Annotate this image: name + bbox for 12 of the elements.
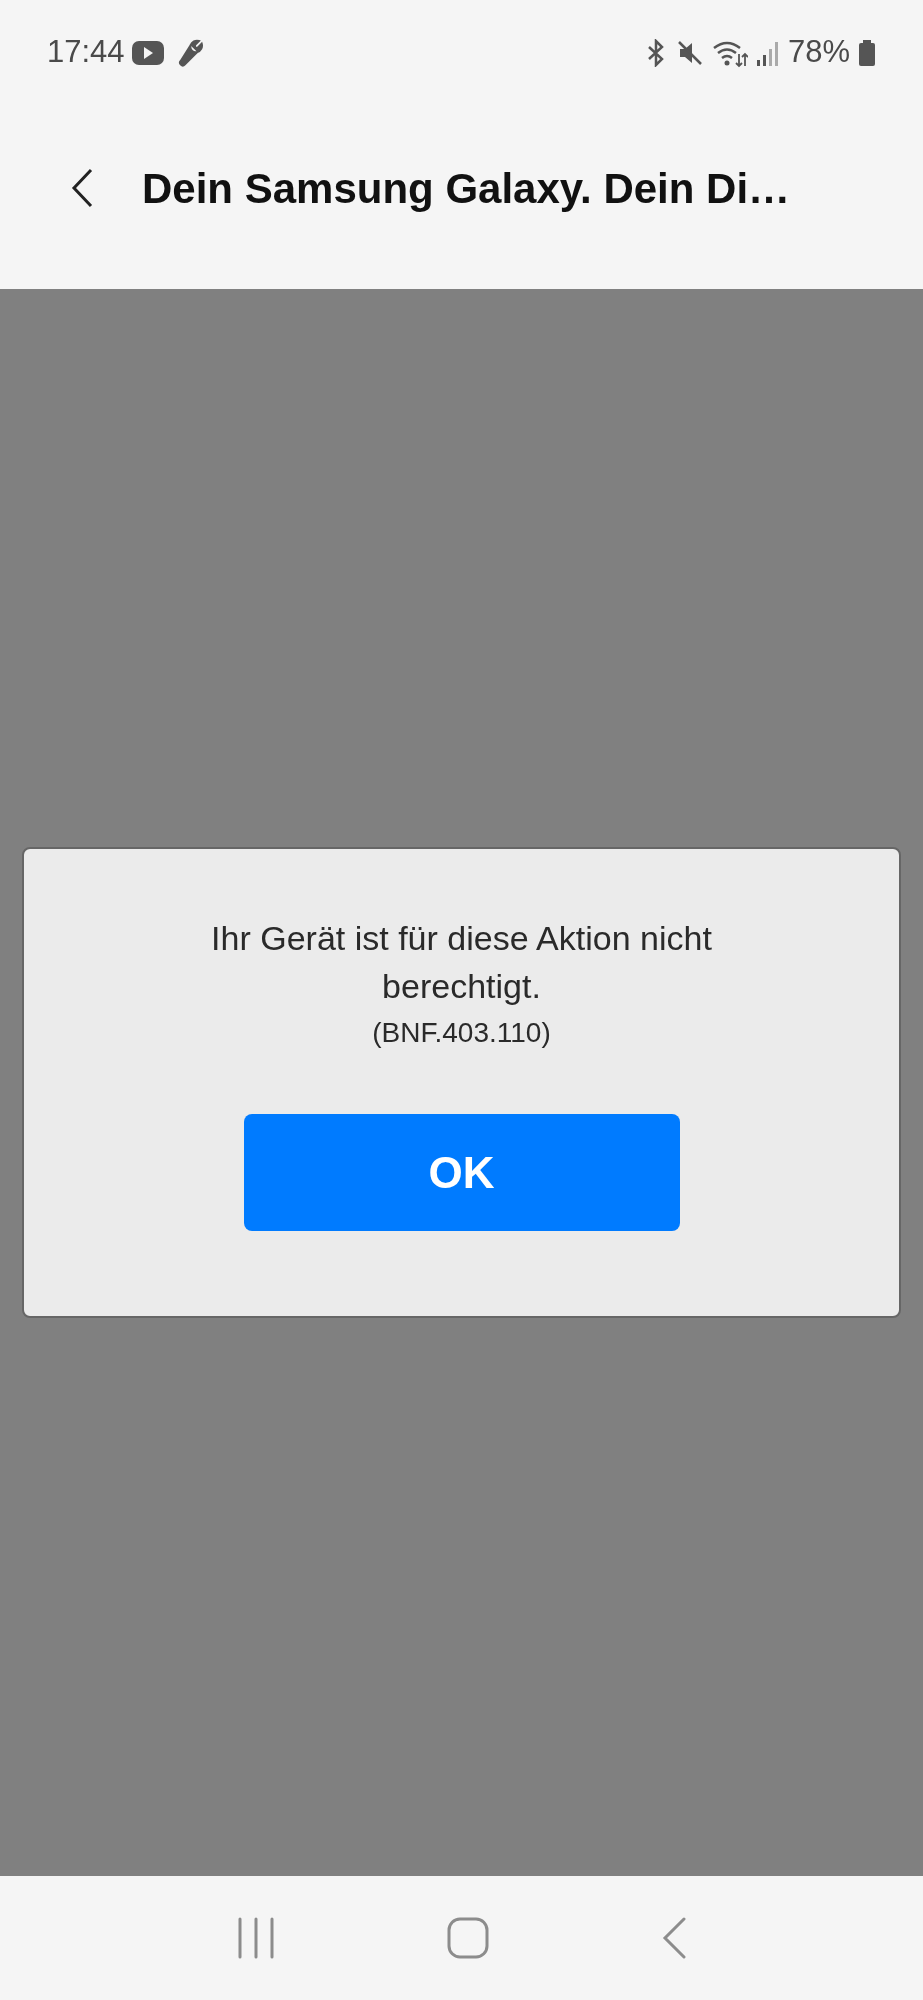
muted-speaker-icon [675, 38, 704, 67]
page-title: Dein Samsung Galaxy. Dein Di… [142, 163, 791, 214]
dialog-message: Ihr Gerät ist für diese Aktion nicht berechtigt. [210, 918, 713, 1007]
battery-icon [858, 38, 876, 67]
back-icon [71, 168, 93, 208]
error-code: (BNF.403.110) [372, 1016, 551, 1050]
ok-button[interactable]: OK [243, 1114, 680, 1231]
video-play-icon [130, 39, 165, 66]
battery-percentage: 78% [787, 33, 850, 72]
back-icon[interactable] [661, 1917, 688, 1959]
home-icon[interactable] [447, 1917, 490, 1959]
status-time: 17:44 [47, 33, 125, 72]
